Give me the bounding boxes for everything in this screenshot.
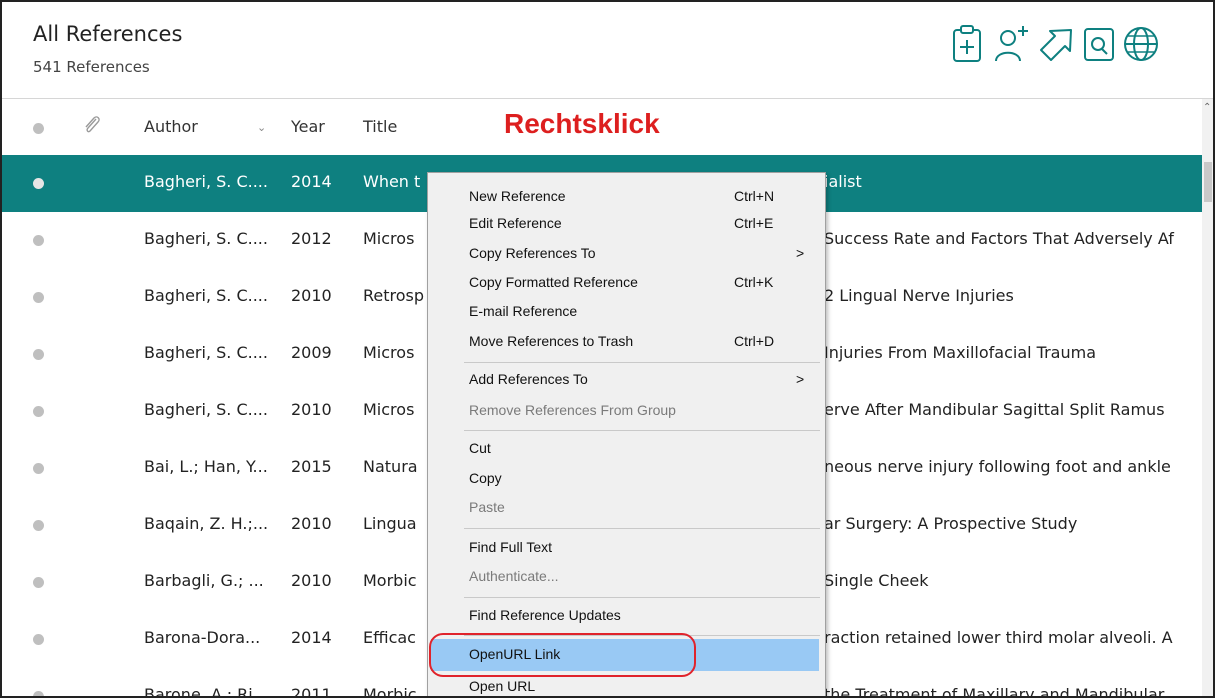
cell-author: Baqain, Z. H.;... [144, 514, 269, 533]
scrollbar-thumb[interactable] [1204, 162, 1212, 202]
read-status-dot-icon[interactable] [33, 235, 44, 246]
cell-year: 2014 [291, 628, 332, 647]
cell-title-continued: Success Rate and Factors That Adversely … [824, 229, 1174, 248]
menu-separator [464, 430, 820, 431]
scroll-up-arrow-icon[interactable]: ⌃ [1203, 102, 1211, 113]
cell-title: Micros [363, 229, 415, 248]
cell-year: 2010 [291, 286, 332, 305]
find-text-icon[interactable] [1080, 24, 1118, 64]
menu-separator [464, 597, 820, 598]
menu-label: Authenticate... [469, 568, 559, 584]
cell-title-continued: Injuries From Maxillofacial Trauma [824, 343, 1097, 362]
cell-title: Micros [363, 400, 415, 419]
cell-author: Bagheri, S. C.... [144, 286, 268, 305]
cell-author: Bai, L.; Han, Y... [144, 457, 268, 476]
menu-label: New Reference [469, 188, 566, 204]
column-year[interactable]: Year [291, 117, 325, 136]
menu-label: Find Reference Updates [469, 607, 621, 623]
cell-year: 2015 [291, 457, 332, 476]
submenu-chevron-icon: > [796, 245, 805, 261]
cell-title-continued: ialist [824, 172, 862, 191]
column-title[interactable]: Title [363, 117, 397, 136]
read-status-dot-icon[interactable] [33, 577, 44, 588]
read-status-dot-icon[interactable] [33, 292, 44, 303]
cell-year: 2010 [291, 514, 332, 533]
menu-label: Open URL [469, 678, 536, 694]
highlight-circle-annotation [429, 633, 696, 677]
cell-title: Natura [363, 457, 418, 476]
cell-title: Morbic [363, 571, 417, 590]
cell-title: Efficac [363, 628, 416, 647]
menu-label: Paste [469, 499, 505, 515]
attachment-paperclip-icon[interactable] [82, 113, 102, 137]
cell-author: Bagheri, S. C.... [144, 343, 268, 362]
cell-title: When t [363, 172, 421, 191]
menu-label: Find Full Text [469, 539, 552, 555]
annotation-rechtsklick: Rechtsklick [504, 108, 660, 139]
cell-year: 2014 [291, 172, 332, 191]
cell-author: Barone, A.; Ri... [144, 685, 268, 698]
online-globe-icon[interactable] [1122, 24, 1160, 64]
read-status-dot-icon[interactable] [33, 691, 44, 696]
cell-author: Barbagli, G.; ... [144, 571, 264, 590]
read-status-dot-icon[interactable] [33, 178, 44, 189]
menu-shortcut: Ctrl+E [734, 215, 774, 231]
menu-label: Copy [469, 470, 502, 486]
read-status-dot-icon[interactable] [33, 349, 44, 360]
menu-shortcut: Ctrl+D [734, 333, 775, 349]
menu-label: Edit Reference [469, 215, 562, 231]
cell-author: Bagheri, S. C.... [144, 400, 268, 419]
read-status-dot-icon[interactable] [33, 463, 44, 474]
context-menu: New Reference Ctrl+N Edit Reference Ctrl… [427, 172, 826, 696]
cell-year: 2010 [291, 571, 332, 590]
menu-label: Copy Formatted Reference [469, 274, 638, 290]
cell-year: 2009 [291, 343, 332, 362]
menu-label: Copy References To [469, 245, 596, 261]
menu-shortcut: Ctrl+N [734, 188, 775, 204]
cell-title-continued: erve After Mandibular Sagittal Split Ram… [824, 400, 1165, 419]
cell-year: 2011 [291, 685, 332, 698]
menu-label: Add References To [469, 371, 588, 387]
reference-count: 541 References [33, 58, 150, 76]
menu-separator [464, 528, 820, 529]
cell-title-continued: neous nerve injury following foot and an… [824, 457, 1171, 476]
menu-separator [464, 362, 820, 363]
cell-year: 2012 [291, 229, 332, 248]
read-status-dot-icon[interactable] [33, 406, 44, 417]
menu-label: Remove References From Group [469, 402, 676, 418]
cell-author: Bagheri, S. C.... [144, 172, 268, 191]
library-header: All References 541 References [2, 2, 1213, 99]
cell-title-continued: ar Surgery: A Prospective Study [824, 514, 1078, 533]
page-title: All References [33, 22, 183, 46]
read-status-dot-icon[interactable] [33, 634, 44, 645]
submenu-chevron-icon: > [796, 371, 805, 387]
cell-year: 2010 [291, 400, 332, 419]
new-reference-clipboard-icon[interactable] [949, 24, 987, 64]
cell-title-continued: Single Cheek [824, 571, 929, 590]
chevron-down-icon[interactable]: ⌄ [257, 121, 266, 134]
menu-label: E-mail Reference [469, 303, 578, 319]
cell-title: Lingua [363, 514, 417, 533]
endnote-library-panel: All References 541 References Author ⌄ Y… [0, 0, 1215, 698]
column-author[interactable]: Author [144, 117, 198, 136]
menu-label: Move References to Trash [469, 333, 634, 349]
cell-author: Bagheri, S. C.... [144, 229, 268, 248]
menu-shortcut: Ctrl+K [734, 274, 774, 290]
cell-title: Retrosp [363, 286, 425, 305]
cell-author: Barona-Dora... [144, 628, 261, 647]
read-status-column-icon[interactable] [33, 123, 44, 134]
menu-label: Cut [469, 440, 491, 456]
read-status-dot-icon[interactable] [33, 520, 44, 531]
cell-title: Morbic [363, 685, 417, 698]
cell-title-continued: the Treatment of Maxillary and Mandibula… [824, 685, 1165, 698]
open-external-arrow-icon[interactable] [1037, 24, 1075, 64]
cell-title-continued: 2 Lingual Nerve Injuries [824, 286, 1014, 305]
cell-title: Micros [363, 343, 415, 362]
add-user-icon[interactable] [993, 24, 1031, 64]
cell-title-continued: raction retained lower third molar alveo… [824, 628, 1173, 647]
